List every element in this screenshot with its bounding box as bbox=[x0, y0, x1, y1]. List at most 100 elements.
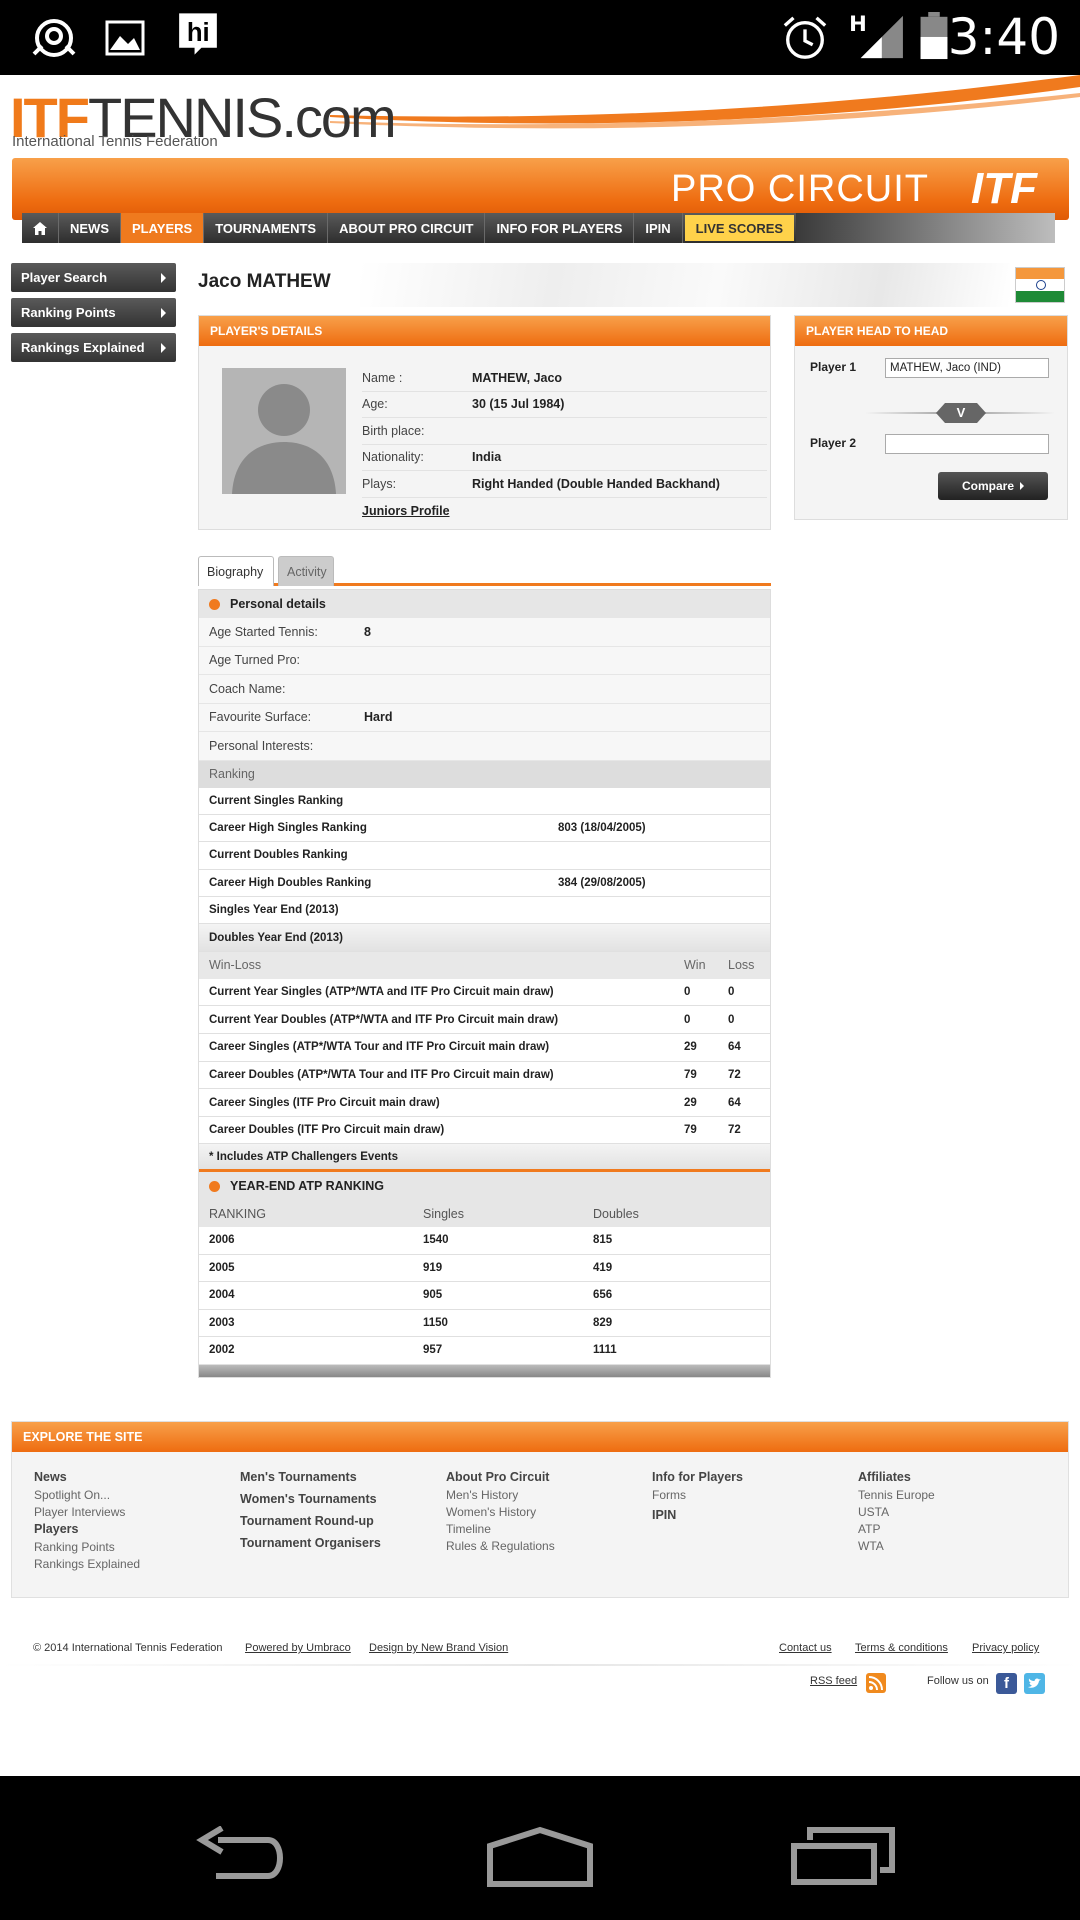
design-by-link[interactable]: Design by New Brand Vision bbox=[369, 1642, 508, 1654]
clock: 3:40 bbox=[947, 8, 1060, 66]
recents-icon[interactable] bbox=[790, 1826, 896, 1886]
link-atp[interactable]: ATP bbox=[858, 1522, 935, 1536]
table-row: Doubles Year End (2013) bbox=[199, 924, 770, 952]
link-forms[interactable]: Forms bbox=[652, 1488, 743, 1502]
link-tournament-roundup[interactable]: Tournament Round-up bbox=[240, 1514, 381, 1528]
link-about-pro-circuit[interactable]: About Pro Circuit bbox=[446, 1470, 555, 1484]
link-players[interactable]: Players bbox=[34, 1522, 140, 1536]
side-item-ranking-points[interactable]: Ranking Points bbox=[11, 298, 176, 327]
contact-link[interactable]: Contact us bbox=[779, 1642, 832, 1654]
tab-biography[interactable]: Biography bbox=[198, 556, 274, 586]
nav-news[interactable]: NEWS bbox=[59, 213, 121, 243]
svg-text:hi: hi bbox=[187, 19, 210, 47]
nav-fade bbox=[796, 213, 1055, 243]
juniors-profile-link[interactable]: Juniors Profile bbox=[362, 504, 450, 518]
bullet-icon bbox=[209, 1180, 220, 1192]
explore-col-about: About Pro Circuit Men's History Women's … bbox=[446, 1470, 555, 1556]
table-row: Current Year Singles (ATP*/WTA and ITF P… bbox=[199, 978, 770, 1007]
nav-players[interactable]: PLAYERS bbox=[121, 213, 205, 243]
link-timeline[interactable]: Timeline bbox=[446, 1522, 555, 1536]
status-bar: hi H 3:40 bbox=[0, 0, 1080, 75]
compare-button[interactable]: Compare bbox=[938, 472, 1048, 500]
nav-live-scores[interactable]: LIVE SCORES bbox=[684, 215, 795, 241]
explore-col-news: News Spotlight On... Player Interviews P… bbox=[34, 1470, 140, 1574]
player1-input[interactable] bbox=[885, 358, 1049, 378]
profile-tabs: Biography Activity bbox=[198, 556, 771, 586]
main-navigation: NEWS PLAYERS TOURNAMENTS ABOUT PRO CIRCU… bbox=[22, 213, 1055, 243]
side-item-player-search[interactable]: Player Search bbox=[11, 263, 176, 292]
explore-col-affiliates: Affiliates Tennis Europe USTA ATP WTA bbox=[858, 1470, 935, 1556]
header-swoosh bbox=[330, 75, 1080, 129]
link-info-for-players[interactable]: Info for Players bbox=[652, 1470, 743, 1484]
banner-title: PRO CIRCUIT bbox=[671, 168, 929, 210]
gallery-icon bbox=[105, 20, 145, 56]
table-row: 2006 1540 815 bbox=[199, 1227, 770, 1255]
rss-link[interactable]: RSS feed bbox=[810, 1675, 857, 1687]
table-row: Career Doubles (ITF Pro Circuit main dra… bbox=[199, 1116, 770, 1145]
vs-badge: V bbox=[936, 403, 986, 423]
table-row: Career Singles (ATP*/WTA Tour and ITF Pr… bbox=[199, 1034, 770, 1062]
rss-icon[interactable] bbox=[866, 1673, 886, 1693]
table-row: Current Singles Ranking bbox=[199, 787, 770, 815]
juniors-row: Juniors Profile bbox=[362, 498, 767, 525]
link-player-interviews[interactable]: Player Interviews bbox=[34, 1505, 140, 1519]
system-navigation-bar bbox=[0, 1776, 1080, 1920]
table-row: Career Doubles (ATP*/WTA Tour and ITF Pr… bbox=[199, 1061, 770, 1090]
section-personal-details: Personal details bbox=[199, 590, 770, 618]
arrow-right-icon bbox=[161, 272, 166, 283]
side-item-rankings-explained[interactable]: Rankings Explained bbox=[11, 333, 176, 362]
twitter-icon[interactable] bbox=[1024, 1673, 1045, 1694]
detail-row-name: Name : MATHEW, Jaco bbox=[362, 365, 767, 392]
nav-ipin[interactable]: IPIN bbox=[634, 213, 683, 243]
list-item: Favourite Surface: Hard bbox=[199, 703, 770, 732]
link-rankings-explained[interactable]: Rankings Explained bbox=[34, 1557, 140, 1571]
signal-icon: H bbox=[849, 12, 903, 59]
table-row: 2003 1150 829 bbox=[199, 1309, 770, 1337]
site-header: ITFTENNIS.com International Tennis Feder… bbox=[0, 75, 1080, 260]
alarm-icon bbox=[783, 16, 827, 59]
banner-logo: ITF bbox=[971, 164, 1037, 213]
logo-subtitle: International Tennis Federation bbox=[12, 133, 218, 150]
table-row: 2004 905 656 bbox=[199, 1282, 770, 1310]
player2-input[interactable] bbox=[885, 434, 1049, 454]
link-womens-history[interactable]: Women's History bbox=[446, 1505, 555, 1519]
nav-home[interactable] bbox=[22, 213, 59, 243]
tab-activity[interactable]: Activity bbox=[278, 556, 334, 586]
link-womens-tournaments[interactable]: Women's Tournaments bbox=[240, 1492, 381, 1506]
link-rules-regulations[interactable]: Rules & Regulations bbox=[446, 1539, 555, 1553]
follow-label: Follow us on bbox=[927, 1675, 989, 1687]
link-mens-history[interactable]: Men's History bbox=[446, 1488, 555, 1502]
explore-col-tournaments: Men's Tournaments Women's Tournaments To… bbox=[240, 1470, 381, 1554]
explore-the-site: EXPLORE THE SITE News Spotlight On... Pl… bbox=[11, 1421, 1069, 1598]
link-wta[interactable]: WTA bbox=[858, 1539, 935, 1553]
avatar bbox=[222, 368, 346, 494]
bullet-icon bbox=[209, 598, 220, 610]
powered-by-link[interactable]: Powered by Umbraco bbox=[245, 1642, 351, 1654]
facebook-icon[interactable]: f bbox=[996, 1673, 1017, 1694]
arrow-right-icon bbox=[1020, 482, 1024, 490]
link-ranking-points[interactable]: Ranking Points bbox=[34, 1540, 140, 1554]
link-news[interactable]: News bbox=[34, 1470, 140, 1484]
link-tournament-organisers[interactable]: Tournament Organisers bbox=[240, 1536, 381, 1550]
arrow-right-icon bbox=[161, 342, 166, 353]
link-mens-tournaments[interactable]: Men's Tournaments bbox=[240, 1470, 381, 1484]
nav-about-pro-circuit[interactable]: ABOUT PRO CIRCUIT bbox=[328, 213, 486, 243]
terms-link[interactable]: Terms & conditions bbox=[855, 1642, 948, 1654]
link-usta[interactable]: USTA bbox=[858, 1505, 935, 1519]
panel-title: PLAYER'S DETAILS bbox=[199, 316, 770, 346]
link-ipin[interactable]: IPIN bbox=[652, 1508, 743, 1522]
link-tennis-europe[interactable]: Tennis Europe bbox=[858, 1488, 935, 1502]
head-to-head-panel: PLAYER HEAD TO HEAD Player 1 V Player 2 … bbox=[794, 315, 1068, 520]
web-page: ITFTENNIS.com International Tennis Feder… bbox=[0, 75, 1080, 1776]
nav-tournaments[interactable]: TOURNAMENTS bbox=[204, 213, 329, 243]
table-row: Career Singles (ITF Pro Circuit main dra… bbox=[199, 1089, 770, 1117]
hotspot-icon bbox=[32, 19, 76, 57]
page-title: Jaco MATHEW bbox=[198, 271, 331, 292]
link-spotlight[interactable]: Spotlight On... bbox=[34, 1488, 140, 1502]
back-icon[interactable] bbox=[188, 1826, 290, 1882]
privacy-link[interactable]: Privacy policy bbox=[972, 1642, 1039, 1654]
home-nav-icon[interactable] bbox=[484, 1826, 596, 1888]
link-affiliates[interactable]: Affiliates bbox=[858, 1470, 935, 1484]
nav-info-for-players[interactable]: INFO FOR PLAYERS bbox=[485, 213, 635, 243]
name-swoosh bbox=[360, 263, 1010, 307]
